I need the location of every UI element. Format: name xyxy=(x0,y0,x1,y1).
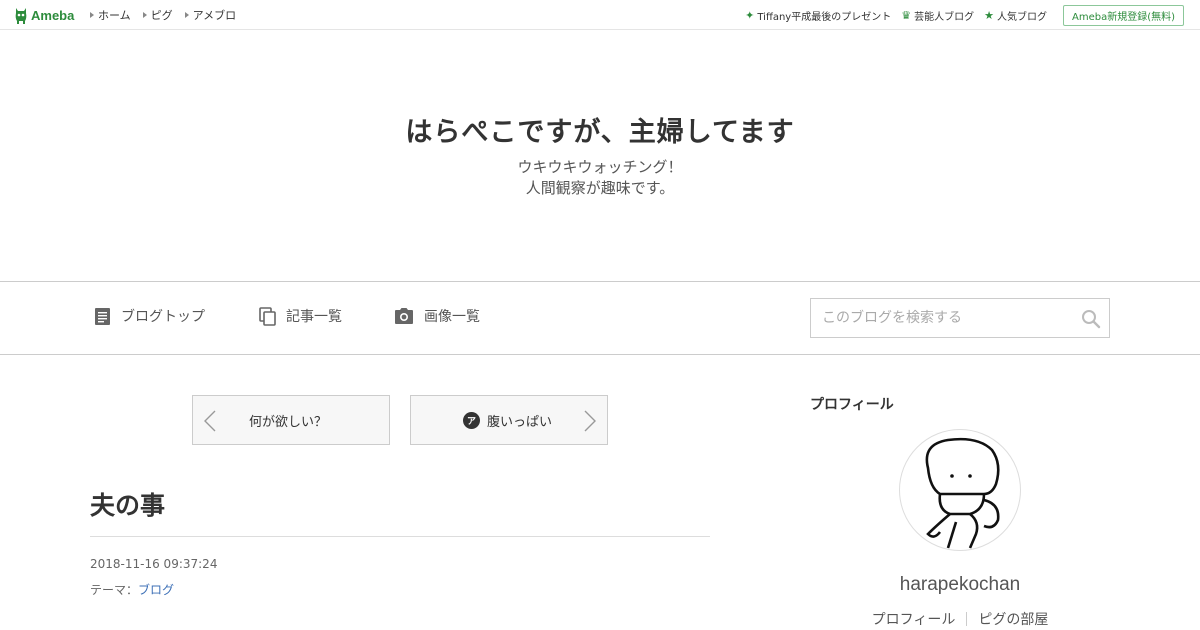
pigg-room-link[interactable]: ピグの部屋 xyxy=(978,609,1048,629)
ameba-mascot-icon xyxy=(15,8,27,24)
triangle-right-icon xyxy=(184,12,189,18)
copy-pages-icon xyxy=(259,306,276,326)
next-entry-label: 腹いっぱい xyxy=(487,414,553,430)
logo-text: Ameba xyxy=(31,7,75,23)
nav-pigg-label: ピグ xyxy=(150,9,173,22)
blog-top-link[interactable]: ブログトップ xyxy=(94,306,205,326)
profile-links: プロフィール ピグの部屋 xyxy=(810,609,1110,629)
triangle-right-icon xyxy=(90,12,94,18)
triangle-right-icon xyxy=(142,12,147,18)
global-nav-right: ✦ Tiffany平成最後のプレゼント ♛ 芸能人ブログ ★ 人気ブログ Ameba新… xyxy=(735,0,1184,30)
article-theme: テーマ：ブログ xyxy=(90,581,174,598)
profile-heading: プロフィール xyxy=(810,397,894,413)
chevron-left-icon xyxy=(204,410,216,432)
blog-description-line2: 人間観察が趣味です。 xyxy=(525,179,675,197)
nav-home-label: ホーム xyxy=(98,9,131,22)
theme-prefix: テーマ： xyxy=(90,583,139,597)
link-separator xyxy=(966,612,968,626)
nav-celebrity-label: 芸能人ブログ xyxy=(914,11,975,23)
blog-search-input[interactable] xyxy=(811,299,1061,337)
entry-list-label: 記事一覧 xyxy=(286,309,342,325)
prev-entry-label: 何が欲しい？ xyxy=(249,414,328,430)
nav-home-link[interactable]: ホーム xyxy=(90,7,131,23)
blog-top-label: ブログトップ xyxy=(121,309,205,325)
ameba-logo[interactable]: Ameba xyxy=(13,6,74,24)
global-nav-left: ホーム ピグ アメブロ xyxy=(90,0,248,30)
article-date: 2018-11-16 09:37:24 xyxy=(90,557,218,571)
nav-ameblo-link[interactable]: アメブロ xyxy=(184,7,237,23)
profile-link[interactable]: プロフィール xyxy=(872,609,956,629)
search-icon[interactable] xyxy=(1081,309,1101,329)
next-entry-button[interactable]: ア 腹いっぱい xyxy=(410,395,608,445)
article-title[interactable]: 夫の事 xyxy=(90,486,165,522)
theme-link[interactable]: ブログ xyxy=(138,583,174,597)
avatar[interactable] xyxy=(899,429,1021,551)
nav-tiffany-link[interactable]: ✦ Tiffany平成最後のプレゼント xyxy=(745,8,891,23)
avatar-drawing-icon xyxy=(925,437,1000,549)
blog-title[interactable]: はらぺこですが、主婦してます xyxy=(0,110,1200,149)
article-divider xyxy=(90,536,710,537)
profile-username[interactable]: harapekochan xyxy=(810,574,1110,596)
nav-tiffany-label: Tiffany平成最後のプレゼント xyxy=(757,11,892,23)
nav-popular-label: 人気ブログ xyxy=(996,11,1047,23)
register-button[interactable]: Ameba新規登録(無料) xyxy=(1062,4,1184,26)
entry-list-link[interactable]: 記事一覧 xyxy=(259,306,342,326)
prev-entry-button[interactable]: 何が欲しい？ xyxy=(192,395,390,445)
sparkle-icon: ✦ xyxy=(745,8,755,22)
blog-description: ウキウキウォッチング！ 人間観察が趣味です。 xyxy=(0,157,1200,199)
nav-pigg-link[interactable]: ピグ xyxy=(142,7,173,23)
document-icon xyxy=(95,307,110,325)
next-entry-content: ア 腹いっぱい xyxy=(463,411,552,430)
blog-nav: ブログトップ 記事一覧 画像一覧 xyxy=(0,281,1200,355)
image-list-label: 画像一覧 xyxy=(424,309,480,325)
chevron-right-icon xyxy=(584,410,596,432)
image-list-link[interactable]: 画像一覧 xyxy=(394,306,480,326)
crown-icon: ♛ xyxy=(901,8,912,22)
camera-icon xyxy=(395,308,413,324)
global-topbar: Ameba ホーム ピグ アメブロ ✦ Tiffany平成最後のプレゼント ♛ 芸能… xyxy=(0,0,1200,30)
amember-badge-icon: ア xyxy=(463,411,480,429)
blog-description-line1: ウキウキウォッチング！ xyxy=(517,158,683,176)
nav-ameblo-label: アメブロ xyxy=(192,9,237,22)
nav-celebrity-link[interactable]: ♛ 芸能人ブログ xyxy=(901,8,974,23)
blog-search xyxy=(810,298,1110,338)
star-icon: ★ xyxy=(984,8,994,22)
nav-popular-link[interactable]: ★ 人気ブログ xyxy=(984,8,1047,23)
